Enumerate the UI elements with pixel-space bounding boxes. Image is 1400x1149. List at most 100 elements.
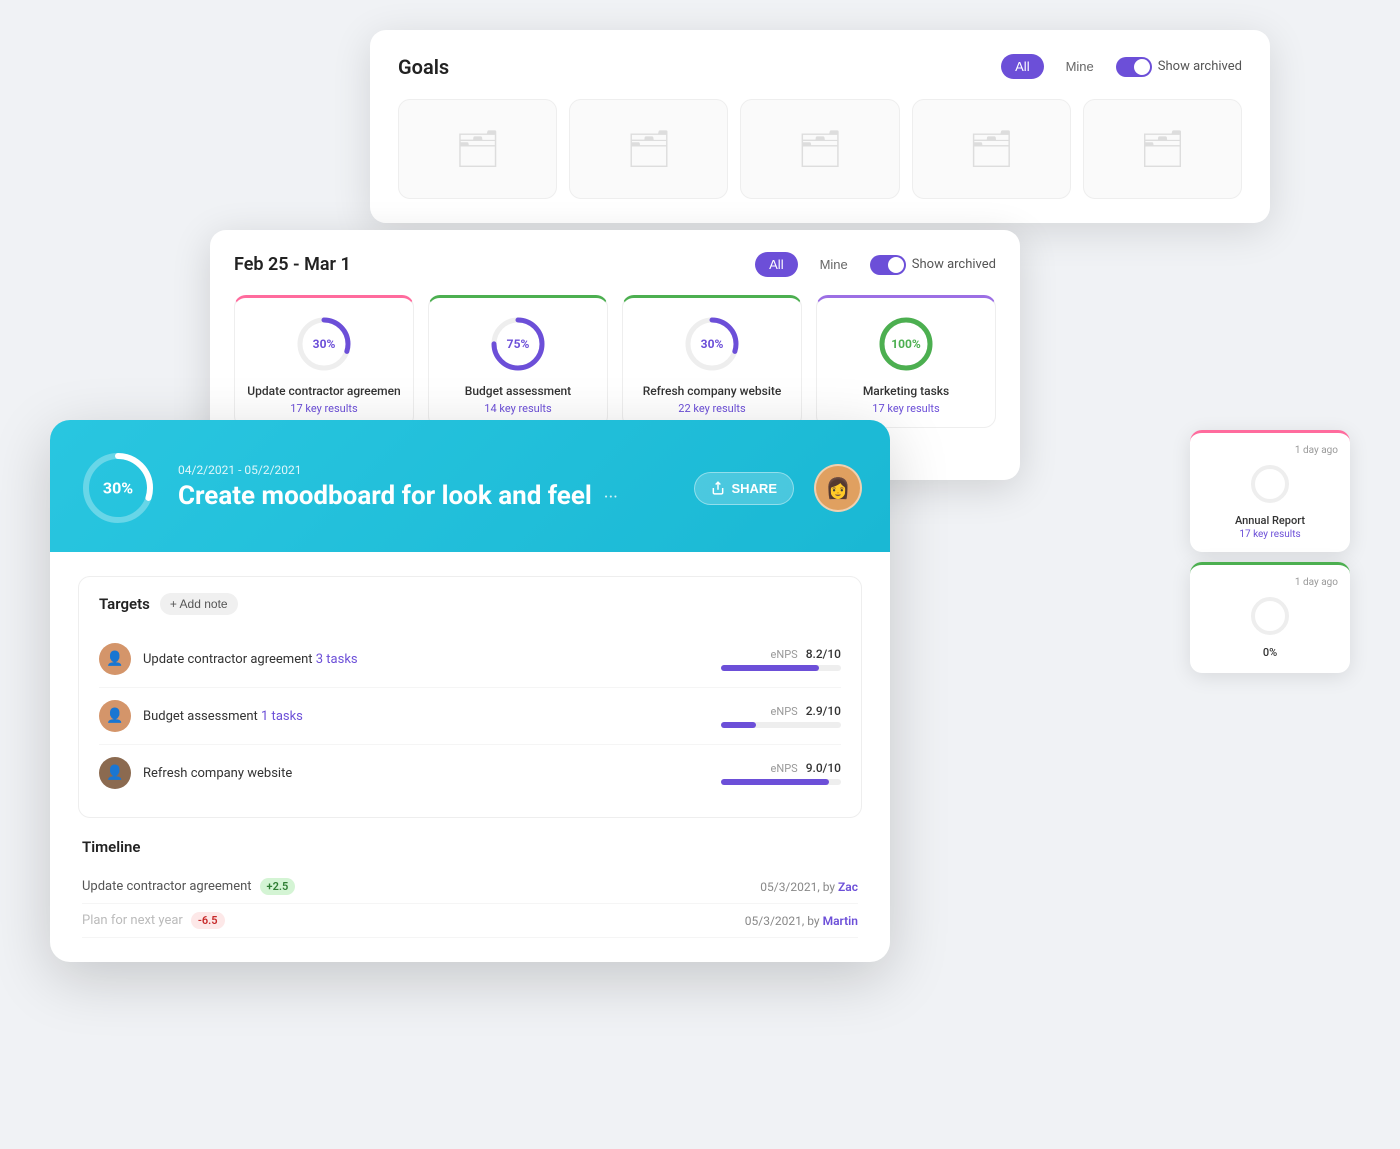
goal-card-4-percent: 100% [891,337,921,351]
metric-value-1: 8.2/10 [806,647,841,661]
target-avatar-1: 👤 [99,643,131,675]
target-avatar-3: 👤 [99,757,131,789]
target-link-2[interactable]: 1 tasks [261,709,303,724]
detail-percent: 30% [103,479,133,498]
folder-icon-3: 🗂 [797,128,843,170]
timeline-right-2: 05/3/2021, by Martin [745,914,858,928]
target-avatar-2: 👤 [99,700,131,732]
timeline-section: Timeline Update contractor agreement +2.… [78,838,862,938]
progress-fill-3 [721,779,829,785]
goal-card-2-donut: 75% [488,314,548,374]
weekly-filter-mine[interactable]: Mine [806,252,862,277]
progress-bg-3 [721,779,841,785]
goal-card-1-percent: 30% [313,337,336,351]
metric-label-2: eNPS [771,705,798,718]
goal-card-4-sub: 17 key results [872,402,939,415]
goals-filter-mine[interactable]: Mine [1052,54,1108,79]
side-card-2-name: 0% [1202,646,1338,659]
metric-value-2: 2.9/10 [806,704,841,718]
target-row-2: 👤 Budget assessment 1 tasks eNPS 2.9/10 [99,688,841,745]
metric-value-3: 9.0/10 [806,761,841,775]
folder-icon-2: 🗂 [626,128,672,170]
weekly-filter-all[interactable]: All [755,252,797,277]
targets-section: Targets + Add note 👤 Update contractor a… [78,576,862,818]
side-card-1-name: Annual Report [1202,514,1338,527]
side-card-2[interactable]: 1 day ago 0% [1190,562,1350,673]
side-card-2-donut [1202,594,1338,638]
target-name-3: Refresh company website [143,766,681,781]
goal-card-4[interactable]: 100% Marketing tasks 17 key results [816,295,996,428]
goals-filter-buttons: All Mine Show archived [1001,54,1242,79]
weekly-toggle-text: Show archived [912,257,996,272]
goal-card-3-percent: 30% [701,337,724,351]
target-link-1[interactable]: 3 tasks [316,652,358,667]
target-metric-2: eNPS 2.9/10 [681,704,841,728]
side-card-1-donut [1202,462,1338,506]
detail-header-info: 04/2/2021 - 05/2/2021 Create moodboard f… [178,463,674,512]
goal-card-1-sub: 17 key results [290,402,357,415]
goal-card-2-percent: 75% [507,337,530,351]
goal-card-3-donut: 30% [682,314,742,374]
timeline-row-1: Update contractor agreement +2.5 05/3/20… [82,870,858,904]
goal-card-3-sub: 22 key results [678,402,745,415]
goal-card-4-donut: 100% [876,314,936,374]
goal-card-2[interactable]: 75% Budget assessment 14 key results [428,295,608,428]
timeline-left-2: Plan for next year -6.5 [82,912,225,929]
target-row-3: 👤 Refresh company website eNPS 9.0/10 [99,745,841,801]
detail-header: 30% 04/2/2021 - 05/2/2021 Create moodboa… [50,420,890,552]
folder-card-1[interactable]: 🗂 [398,99,557,199]
targets-header: Targets + Add note [99,593,841,615]
folder-card-3[interactable]: 🗂 [740,99,899,199]
share-button[interactable]: SHARE [694,472,794,505]
goal-card-3[interactable]: 30% Refresh company website 22 key resul… [622,295,802,428]
user-avatar: 👩 [814,464,862,512]
progress-fill-1 [721,665,819,671]
add-note-button[interactable]: + Add note [160,593,238,615]
goals-panel-header: Goals All Mine Show archived [398,54,1242,79]
progress-bg-2 [721,722,841,728]
goal-card-3-name: Refresh company website [643,384,782,398]
goals-filter-all[interactable]: All [1001,54,1043,79]
weekly-header: Feb 25 - Mar 1 All Mine Show archived [234,252,996,277]
folder-icon-1: 🗂 [455,128,501,170]
timeline-left-1: Update contractor agreement +2.5 [82,878,295,895]
timeline-row-2: Plan for next year -6.5 05/3/2021, by Ma… [82,904,858,938]
timeline-badge-2: -6.5 [191,912,225,929]
goal-card-4-name: Marketing tasks [863,384,949,398]
weekly-date: Feb 25 - Mar 1 [234,254,351,275]
progress-bg-1 [721,665,841,671]
goal-card-2-name: Budget assessment [465,384,571,398]
detail-title: Create moodboard for look and feel [178,481,592,512]
timeline-badge-1: +2.5 [260,878,296,895]
metric-label-3: eNPS [771,762,798,775]
side-card-1[interactable]: 1 day ago Annual Report 17 key results [1190,430,1350,552]
goal-card-2-sub: 14 key results [484,402,551,415]
goals-archive-toggle[interactable] [1116,57,1152,77]
folder-card-4[interactable]: 🗂 [912,99,1071,199]
goals-toggle-label[interactable]: Show archived [1116,57,1242,77]
progress-fill-2 [721,722,756,728]
target-name-2: Budget assessment 1 tasks [143,709,681,724]
detail-body: Targets + Add note 👤 Update contractor a… [50,552,890,962]
goals-folder-grid: 🗂 🗂 🗂 🗂 🗂 [398,99,1242,199]
target-metric-3: eNPS 9.0/10 [681,761,841,785]
side-card-2-time: 1 day ago [1202,577,1338,588]
goals-panel: Goals All Mine Show archived 🗂 🗂 🗂 🗂 🗂 [370,30,1270,223]
target-row-1: 👤 Update contractor agreement 3 tasks eN… [99,631,841,688]
weekly-toggle-label[interactable]: Show archived [870,255,996,275]
weekly-archive-toggle[interactable] [870,255,906,275]
detail-panel: 30% 04/2/2021 - 05/2/2021 Create moodboa… [50,420,890,962]
folder-card-2[interactable]: 🗂 [569,99,728,199]
metric-label-1: eNPS [771,648,798,661]
goal-card-1[interactable]: 30% Update contractor agreemen 17 key re… [234,295,414,428]
folder-icon-5: 🗂 [1140,128,1186,170]
folder-card-5[interactable]: 🗂 [1083,99,1242,199]
goal-card-1-donut: 30% [294,314,354,374]
timeline-name-1: Update contractor agreement [82,879,252,894]
folder-icon-4: 🗂 [968,128,1014,170]
detail-date-range: 04/2/2021 - 05/2/2021 [178,463,674,477]
target-metric-1: eNPS 8.2/10 [681,647,841,671]
goal-card-1-name: Update contractor agreemen [247,384,400,398]
side-card-1-time: 1 day ago [1202,445,1338,456]
detail-more-icon[interactable]: ··· [604,487,618,508]
